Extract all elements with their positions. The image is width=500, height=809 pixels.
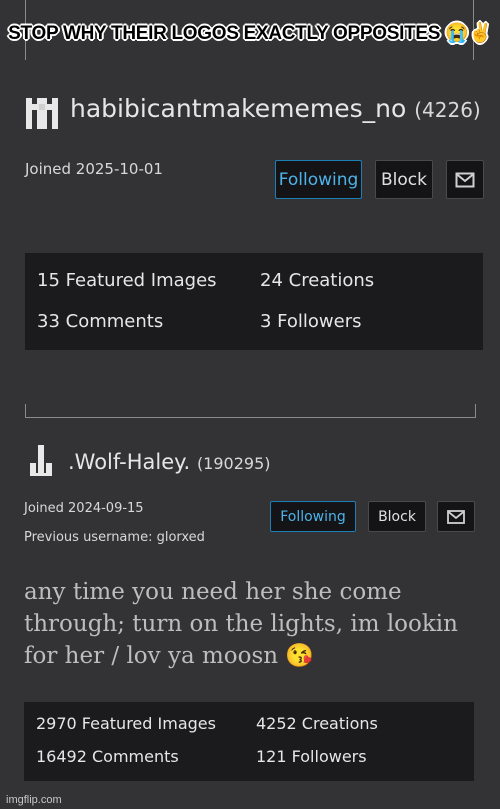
stats-panel: 15 Featured Images 24 Creations 33 Comme… [25, 253, 483, 350]
imgflip-watermark: imgflip.com [6, 794, 62, 806]
user-score: (190295) [196, 454, 271, 473]
following-button[interactable]: Following [270, 501, 356, 532]
joined-date: Joined 2025-10-01 [25, 160, 163, 178]
previous-username: Previous username: glorxed [24, 530, 205, 545]
comments-link[interactable]: 16492 Comments [36, 747, 179, 766]
user-logo-icon [26, 98, 58, 129]
profile-bio: any time you need her she come through; … [24, 579, 458, 669]
message-button[interactable] [437, 501, 475, 532]
featured-images-link[interactable]: 2970 Featured Images [36, 714, 216, 733]
comments-link[interactable]: 33 Comments [37, 311, 163, 332]
username[interactable]: habibicantmakememes_no (4226) [70, 94, 481, 123]
user-score: (4226) [414, 98, 481, 122]
followers-link[interactable]: 121 Followers [256, 747, 367, 766]
username-text[interactable]: .Wolf-Haley. [68, 450, 190, 474]
block-button[interactable]: Block [368, 501, 426, 532]
block-button[interactable]: Block [375, 160, 433, 199]
followers-link[interactable]: 3 Followers [260, 311, 362, 332]
creations-link[interactable]: 24 Creations [260, 270, 374, 291]
message-button[interactable] [446, 160, 484, 199]
joined-date: Joined 2024-09-15 [24, 501, 144, 516]
card-frame-left-2 [25, 404, 26, 418]
creations-link[interactable]: 4252 Creations [256, 714, 378, 733]
envelope-icon [447, 509, 465, 524]
user-logo-icon [30, 445, 52, 476]
envelope-icon [455, 172, 475, 187]
card-frame-bottom-2 [25, 417, 476, 418]
featured-images-link[interactable]: 15 Featured Images [37, 270, 217, 291]
card-frame-right-2 [475, 404, 476, 418]
username[interactable]: .Wolf-Haley. (190295) [68, 450, 271, 474]
following-button[interactable]: Following [275, 160, 362, 199]
meme-caption: STOP WHY THEIR LOGOS EXACTLY OPPOSITES 😭… [8, 23, 492, 44]
stats-panel: 2970 Featured Images 4252 Creations 1649… [24, 702, 474, 781]
username-text[interactable]: habibicantmakememes_no [70, 94, 406, 123]
